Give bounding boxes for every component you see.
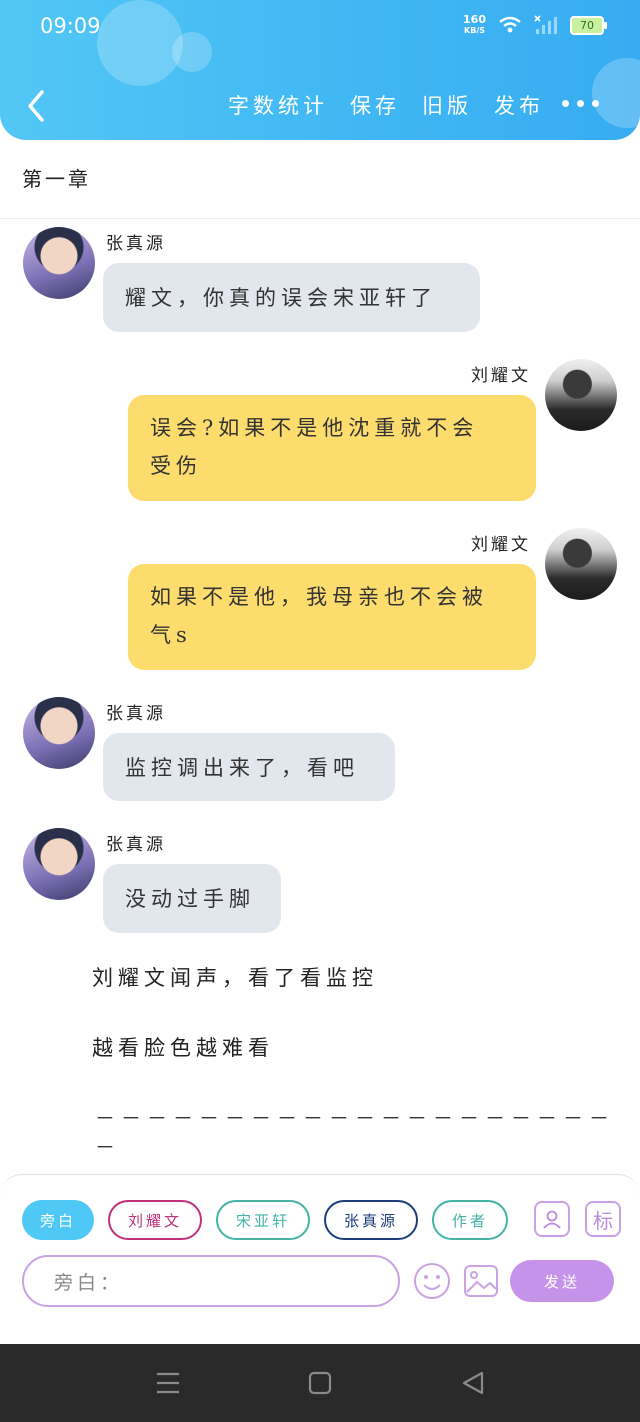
- sender-name: 张真源: [106, 234, 166, 254]
- decorative-bubble: [172, 32, 212, 72]
- system-navigation-bar: [0, 1344, 640, 1422]
- sender-name: 张真源: [106, 704, 166, 724]
- home-icon[interactable]: [307, 1370, 333, 1396]
- message-line: 受伤: [150, 454, 202, 478]
- narration-text[interactable]: 刘耀文闻声，看了看监控: [92, 962, 378, 992]
- network-speed: 160 KB/S: [463, 14, 486, 36]
- image-icon[interactable]: [462, 1262, 500, 1300]
- role-tab-narrator[interactable]: 旁白: [22, 1200, 94, 1240]
- back-triangle-icon[interactable]: [460, 1370, 486, 1396]
- back-arrow-icon[interactable]: [22, 86, 52, 126]
- decorative-bubble: [592, 58, 640, 128]
- battery-indicator: 70: [570, 15, 607, 35]
- status-icons: 160 KB/S 70: [463, 14, 607, 36]
- network-speed-unit: KB/S: [464, 26, 485, 35]
- role-tab-author[interactable]: 作者: [432, 1200, 508, 1240]
- send-button[interactable]: 发送: [510, 1260, 614, 1302]
- more-options-icon[interactable]: [562, 100, 599, 107]
- avatar-zhang-zhenyuan[interactable]: [23, 227, 95, 299]
- network-speed-value: 160: [463, 13, 486, 26]
- decorative-bubble: [97, 0, 183, 86]
- role-tab-zhang-zhenyuan[interactable]: 张真源: [324, 1200, 418, 1240]
- cellular-signal-icon: [534, 15, 557, 34]
- publish-button[interactable]: 发布: [494, 90, 544, 120]
- avatar-zhang-zhenyuan[interactable]: [23, 697, 95, 769]
- divider: [0, 218, 640, 219]
- status-time: 09:09: [40, 14, 101, 38]
- avatar-liu-yaowen[interactable]: [545, 528, 617, 600]
- avatar-zhang-zhenyuan[interactable]: [23, 828, 95, 900]
- message-line: 气s: [150, 623, 192, 647]
- save-button[interactable]: 保存: [350, 90, 400, 120]
- message-input[interactable]: 旁白：: [22, 1255, 400, 1307]
- toolbar-actions: 字数统计 保存 旧版 发布: [228, 90, 544, 120]
- chat-bubble[interactable]: 误会?如果不是他沈重就不会 受伤: [128, 395, 536, 501]
- tag-icon[interactable]: 标: [585, 1201, 621, 1237]
- menu-icon[interactable]: [155, 1370, 181, 1396]
- chat-bubble[interactable]: 监控调出来了，看吧: [103, 733, 395, 801]
- chat-bubble[interactable]: 没动过手脚: [103, 864, 281, 933]
- role-tab-liu-yaowen[interactable]: 刘耀文: [108, 1200, 202, 1240]
- message-line: 误会?如果不是他沈重就不会: [150, 416, 479, 440]
- add-character-icon[interactable]: [534, 1201, 570, 1237]
- old-version-button[interactable]: 旧版: [422, 90, 472, 120]
- message-line: 如果不是他，我母亲也不会被: [150, 585, 488, 609]
- word-count-button[interactable]: 字数统计: [228, 90, 328, 120]
- role-tab-song-yaxuan[interactable]: 宋亚轩: [216, 1200, 310, 1240]
- top-app-bar: 09:09 160 KB/S 70 字数统计 保存 旧版 发布: [0, 0, 640, 140]
- wifi-icon: [499, 16, 521, 33]
- separator-line: －－－－－－－－－－－－－－－－－－－－－: [95, 1106, 615, 1159]
- avatar-liu-yaowen[interactable]: [545, 359, 617, 431]
- emoji-icon[interactable]: [413, 1262, 451, 1300]
- chat-bubble[interactable]: 如果不是他，我母亲也不会被 气s: [128, 564, 536, 670]
- sender-name: 张真源: [106, 835, 166, 855]
- sender-name: 刘耀文: [471, 366, 531, 386]
- sender-name: 刘耀文: [471, 535, 531, 555]
- chapter-title[interactable]: 第一章: [22, 163, 91, 192]
- narration-text[interactable]: 越看脸色越难看: [92, 1032, 274, 1062]
- chat-bubble[interactable]: 耀文，你真的误会宋亚轩了: [103, 263, 480, 332]
